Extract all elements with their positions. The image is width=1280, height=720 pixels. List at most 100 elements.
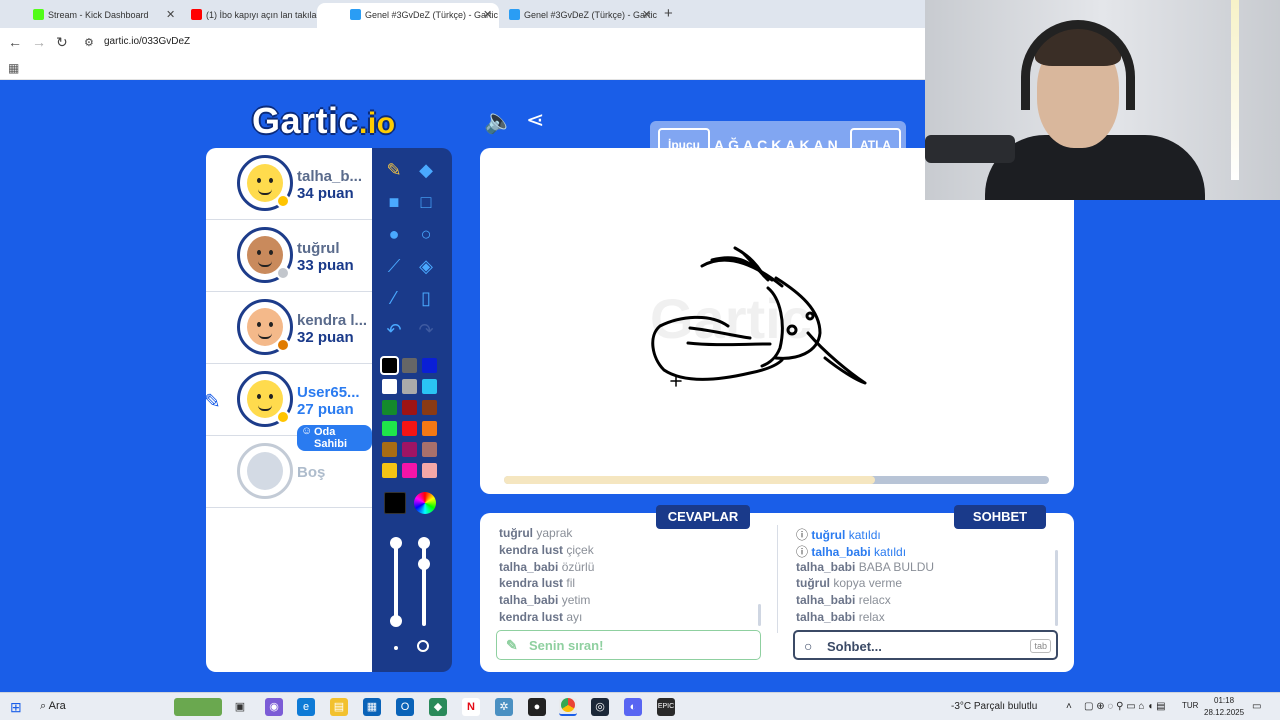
tray-overflow-icon[interactable]: ˄ (1066, 701, 1072, 712)
back-icon[interactable]: ← (8, 34, 22, 50)
color-swatch[interactable] (380, 356, 399, 375)
reload-icon[interactable]: ↻ (56, 34, 68, 51)
site-info-icon[interactable]: ⚙ (84, 36, 94, 49)
weather-widget[interactable]: -3°C Parçalı bulutlu (951, 701, 1037, 712)
chrome-icon[interactable] (559, 698, 577, 716)
outlook-icon[interactable]: O (396, 698, 414, 716)
share-icon[interactable]: ⋖ (526, 107, 544, 133)
new-tab-button[interactable]: + (664, 5, 673, 22)
windows-taskbar: ⊞ ⌕ Ara ▣ ◉ e ▤ ▦ O ◆ N ✲ ● ◎ ◐ EPIC -3°… (0, 692, 1280, 720)
message-user: talha_babi (796, 609, 856, 624)
rectangle-icon[interactable]: □ (416, 192, 436, 212)
color-swatch[interactable] (382, 379, 397, 394)
color-swatch[interactable] (402, 400, 417, 415)
color-swatch[interactable] (382, 400, 397, 415)
pencil-icon: ✎ (506, 637, 518, 653)
color-swatch[interactable] (422, 379, 437, 394)
hint-button[interactable]: İpucu (658, 128, 710, 162)
answers-tab[interactable]: CEVAPLAR (656, 505, 750, 529)
chat-input[interactable]: ○ Sohbet... tab (793, 630, 1058, 660)
windows-start-icon[interactable]: ⊞ (10, 699, 22, 716)
player-name: User65... (297, 384, 360, 401)
pencil-icon[interactable]: ✎ (384, 160, 404, 180)
redo-icon[interactable]: ↷ (416, 320, 436, 340)
color-swatch[interactable] (422, 463, 437, 478)
color-swatch[interactable] (422, 400, 437, 415)
message-user: talha_babi (796, 593, 856, 608)
player-row[interactable]: kendra l... 32 puan (206, 292, 372, 364)
filled-rectangle-icon[interactable]: ■ (384, 192, 404, 212)
color-swatch[interactable] (402, 379, 417, 394)
eraser-icon[interactable]: ◆ (416, 160, 436, 180)
player-row[interactable]: Boş (206, 436, 372, 508)
netflix-icon[interactable]: N (462, 698, 480, 716)
browser-tab-gartic-active[interactable]: Genel #3GvDeZ (Türkçe) - Gartic ✕ (317, 3, 499, 28)
brush-max-dot (417, 640, 429, 652)
color-swatch[interactable] (422, 358, 437, 373)
color-swatch[interactable] (402, 358, 417, 373)
chat-tab[interactable]: SOHBET (954, 505, 1046, 529)
taskbar-clock[interactable]: 01:18 28.12.2025 (1204, 695, 1244, 719)
filled-circle-icon[interactable]: ● (384, 224, 404, 244)
answer-input[interactable]: ✎ Senin sıran! (496, 630, 761, 660)
browser-tab-gartic[interactable]: Genel #3GvDeZ (Türkçe) - Gartic ✕ (476, 3, 658, 28)
discord-icon[interactable]: ◐ (624, 698, 642, 716)
apps-grid-icon[interactable]: ▦ (8, 61, 19, 75)
sound-icon[interactable]: 🔈 (484, 107, 514, 136)
file-explorer-icon[interactable]: ▤ (330, 698, 348, 716)
copilot-icon[interactable]: ◉ (265, 698, 283, 716)
answers-scrollbar[interactable] (758, 604, 761, 626)
browser-tab-bar: Stream - Kick Dashboard ✕ (1) İbo kapıyı… (0, 0, 925, 28)
taskbar-search[interactable]: ⌕ Ara (40, 700, 66, 713)
edge-icon[interactable]: e (297, 698, 315, 716)
browser-tab-kick[interactable]: Stream - Kick Dashboard ✕ (0, 3, 182, 28)
epic-games-icon[interactable]: EPIC (657, 698, 675, 716)
eyedropper-icon[interactable]: ⁄ (384, 288, 404, 308)
player-row[interactable]: talha_b... 34 puan (206, 148, 372, 220)
player-name: tuğrul (297, 240, 340, 257)
color-swatch[interactable] (382, 442, 397, 457)
empty-slot-avatar (237, 443, 293, 499)
fill-bucket-icon[interactable]: ◈ (416, 256, 436, 276)
task-view-icon[interactable]: ▣ (231, 698, 249, 716)
url-field[interactable]: gartic.io/033GvDeZ (104, 36, 190, 47)
opacity-slider-knob[interactable] (390, 615, 402, 627)
close-icon[interactable]: ✕ (642, 8, 651, 21)
player-row[interactable]: tuğrul 33 puan (206, 220, 372, 292)
opacity-slider[interactable] (394, 546, 398, 626)
color-swatch[interactable] (382, 463, 397, 478)
language-indicator[interactable]: TUR (1182, 701, 1198, 710)
tray-icons[interactable]: ▢ ⊕ ◌ ⚲ ▭ ⌂ ◖ ▤ (1084, 701, 1166, 712)
tab-title: (1) İbo kapıyı açın lan takılacaz (206, 10, 331, 20)
color-swatch[interactable] (422, 442, 437, 457)
new-page-icon[interactable]: ▯ (416, 288, 436, 308)
line-icon[interactable]: ⟋ (384, 256, 404, 276)
player-row[interactable]: ✎User65...27 puanOda Sahibi (204, 364, 372, 451)
color-swatch[interactable] (382, 421, 397, 436)
steam-icon[interactable]: ◎ (591, 698, 609, 716)
message-text: yaprak (536, 526, 573, 540)
app-icon[interactable]: ◆ (429, 698, 447, 716)
color-swatch[interactable] (402, 421, 417, 436)
chat-message: talha_babi relax (796, 610, 934, 627)
color-picker-icon[interactable] (414, 492, 436, 514)
color-swatch[interactable] (402, 442, 417, 457)
obs-icon[interactable]: ● (528, 698, 546, 716)
circle-icon[interactable]: ○ (416, 224, 436, 244)
chat-message: talha_babi relacx (796, 593, 934, 610)
store-icon[interactable]: ▦ (363, 698, 381, 716)
notification-icon[interactable]: ▭ (1252, 701, 1261, 712)
chat-scrollbar[interactable] (1055, 550, 1058, 626)
browser-tab-youtube[interactable]: (1) İbo kapıyı açın lan takılacaz ✕ (158, 3, 340, 28)
forward-icon[interactable]: → (32, 34, 46, 50)
settings-app-icon[interactable]: ✲ (495, 698, 513, 716)
search-highlight-image[interactable] (174, 698, 222, 716)
chat-divider (777, 525, 778, 633)
color-swatch[interactable] (402, 463, 417, 478)
color-swatch[interactable] (422, 421, 437, 436)
skip-button[interactable]: ATLA (850, 128, 902, 162)
info-icon: ⓘ (796, 528, 812, 542)
gartic-logo: Gartic.io (252, 100, 396, 142)
size-slider-knob[interactable] (418, 558, 430, 570)
undo-icon[interactable]: ↶ (384, 320, 404, 340)
